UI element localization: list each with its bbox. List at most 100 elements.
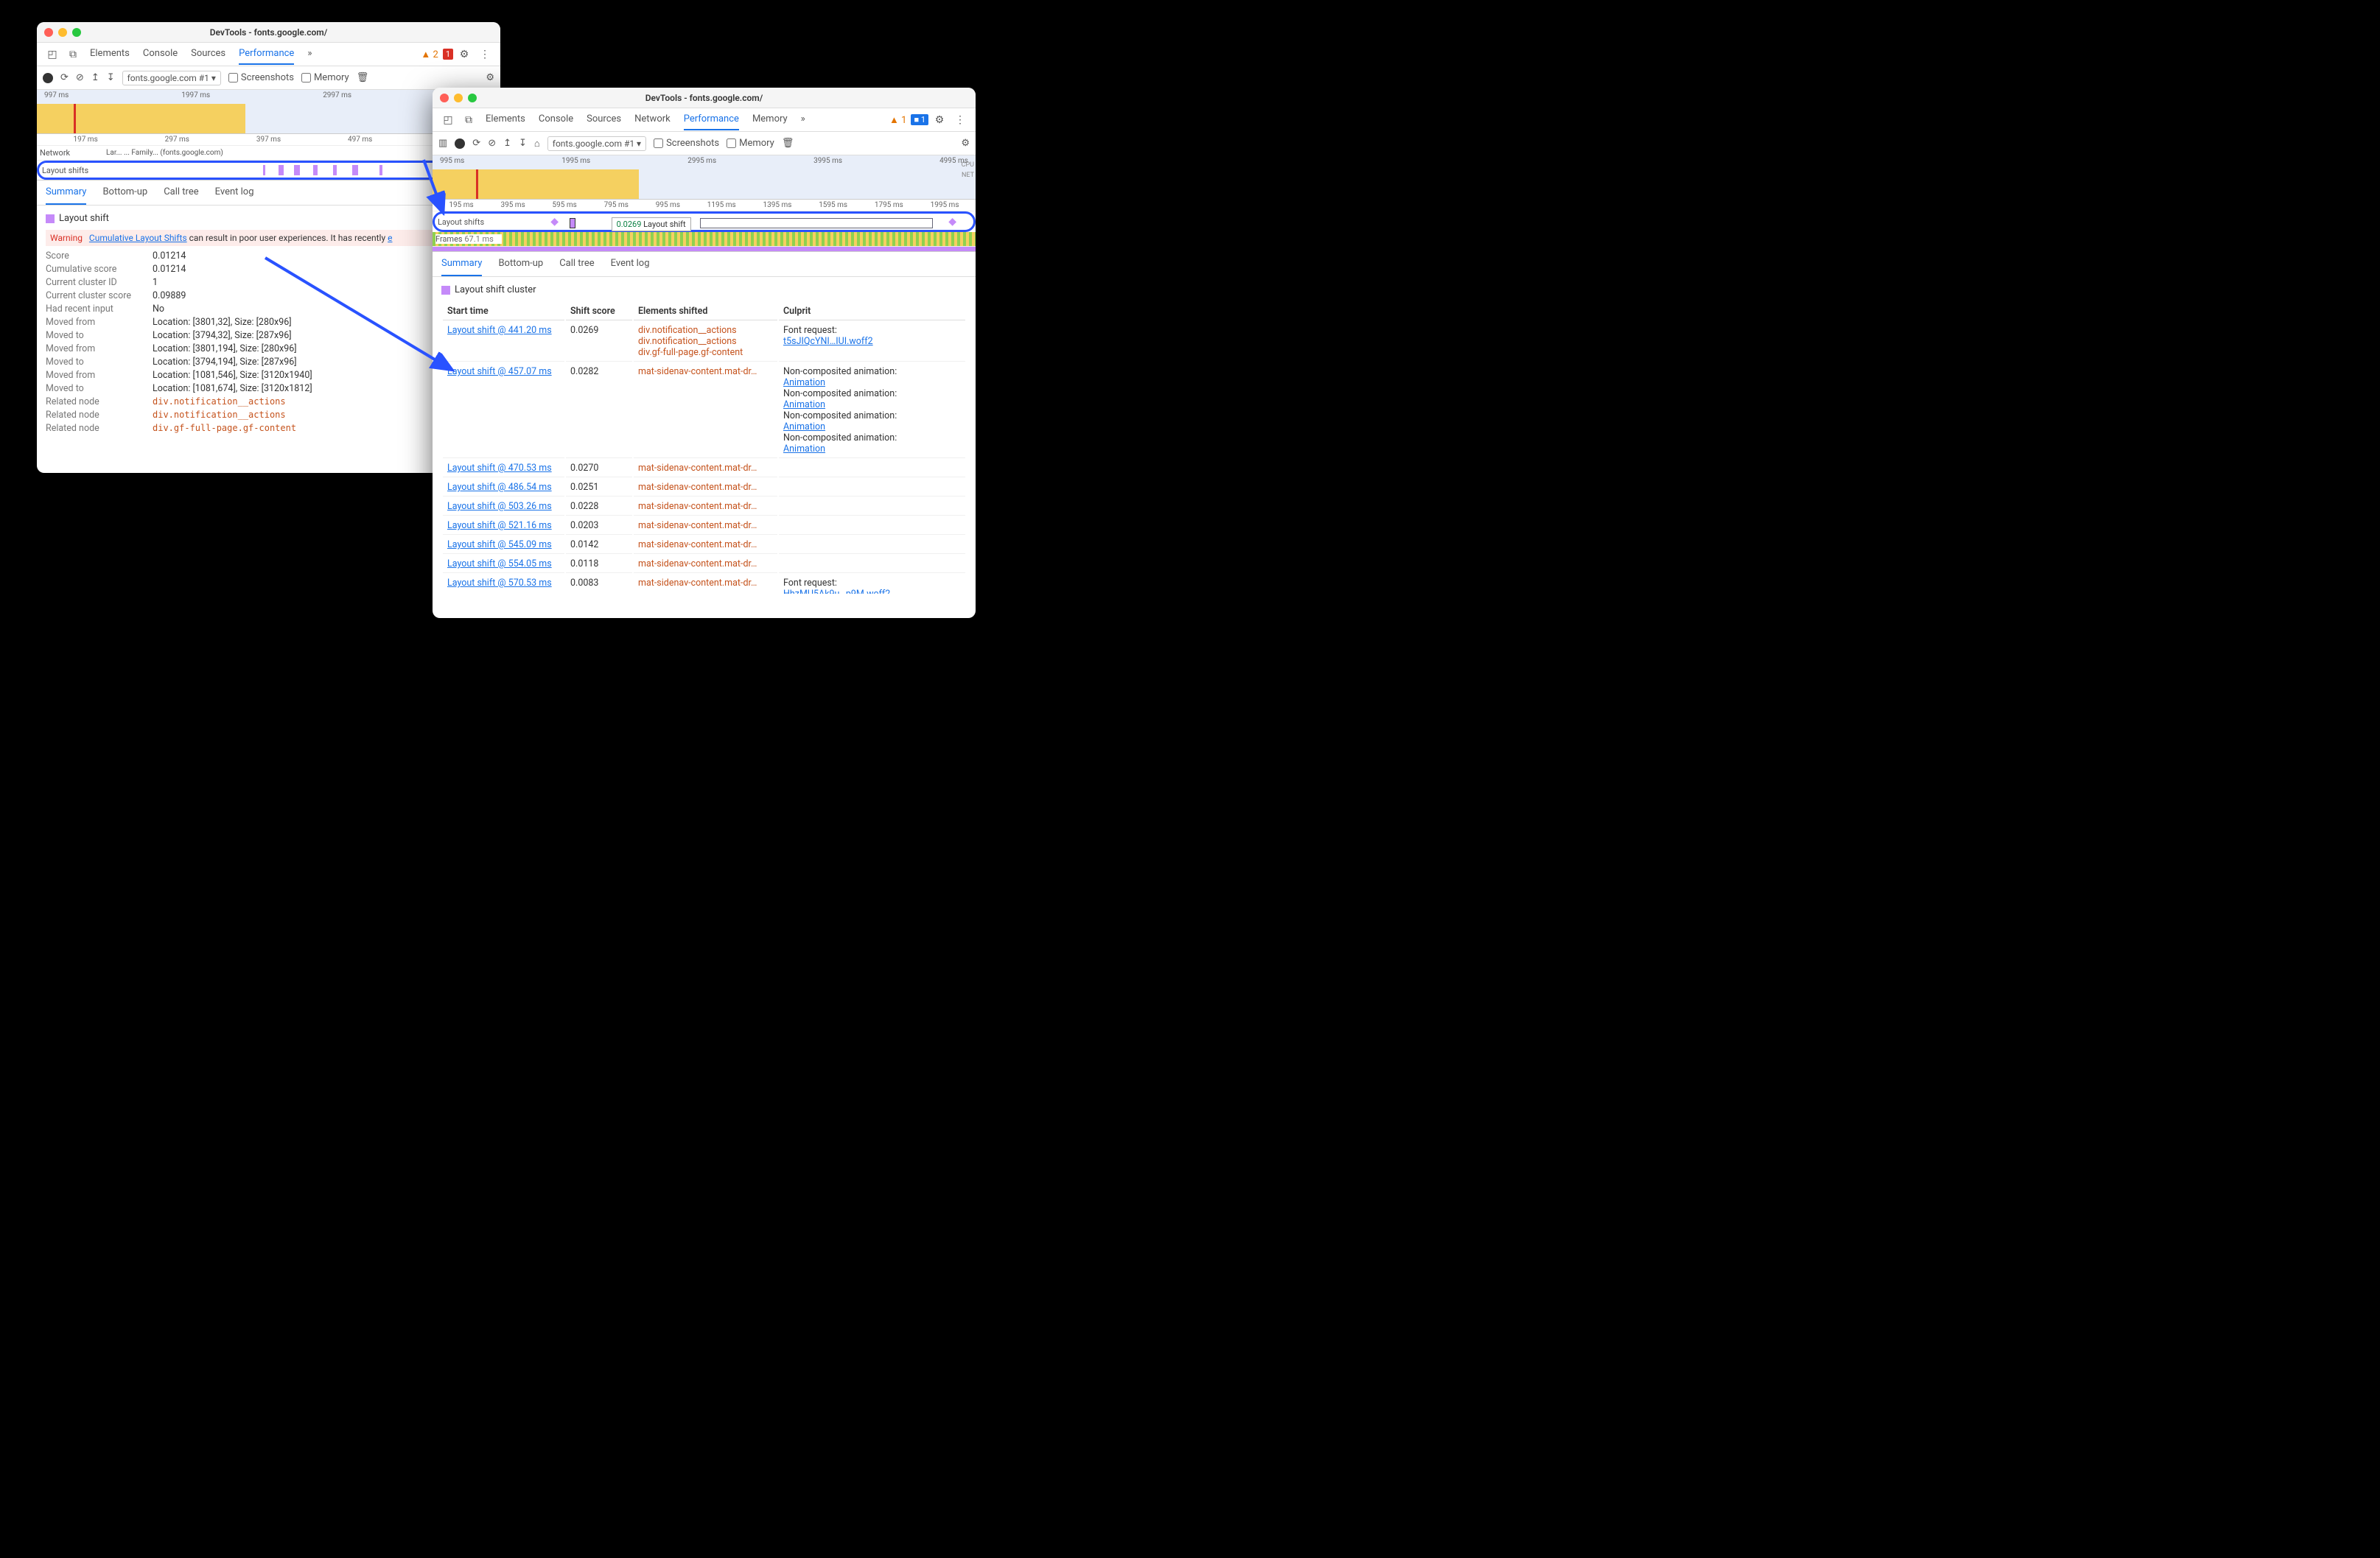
tab-elements[interactable]: Elements <box>90 43 130 65</box>
flamegraph[interactable]: 195 ms 395 ms 595 ms 795 ms 995 ms 1195 … <box>433 200 976 252</box>
tab-sources[interactable]: Sources <box>587 109 621 130</box>
tab-sources[interactable]: Sources <box>191 43 225 65</box>
tab-memory[interactable]: Memory <box>752 109 788 130</box>
tab-console[interactable]: Console <box>539 109 573 130</box>
cls-warning: Warning Cumulative Layout Shifts can res… <box>46 230 491 246</box>
tab-performance[interactable]: Performance <box>239 43 294 65</box>
table-row: Layout shift @ 503.26 ms0.0228mat-sidena… <box>443 498 965 516</box>
tab-console[interactable]: Console <box>143 43 178 65</box>
element-link[interactable]: div.notification__actions <box>638 325 773 336</box>
inspect-icon[interactable]: ◰ <box>438 110 458 130</box>
element-link[interactable]: mat-sidenav-content.mat-dr… <box>638 578 773 589</box>
inspect-icon[interactable]: ◰ <box>43 45 62 64</box>
related-node-link[interactable]: div.notification__actions <box>153 410 286 421</box>
device-icon[interactable]: ⧉ <box>459 110 478 130</box>
animation-link[interactable]: Animation <box>783 377 825 388</box>
details-tabs: Summary Bottom-up Call tree Event log <box>433 252 976 277</box>
download-icon[interactable]: ↧ <box>107 72 115 83</box>
cls-more[interactable]: e <box>388 233 392 243</box>
sidebar-icon[interactable]: ▥ <box>438 138 447 149</box>
main-toolbar: ◰ ⧉ Elements Console Sources Performance… <box>37 43 500 66</box>
table-row: Layout shift @ 570.53 ms0.0083mat-sidena… <box>443 575 965 594</box>
tab-summary[interactable]: Summary <box>46 180 86 205</box>
record-icon[interactable] <box>43 73 53 83</box>
table-row: Layout shift @ 554.05 ms0.0118mat-sidena… <box>443 555 965 573</box>
related-node-link[interactable]: div.notification__actions <box>153 396 286 407</box>
tab-calltree[interactable]: Call tree <box>164 180 198 205</box>
tab-performance[interactable]: Performance <box>684 109 739 130</box>
memory-checkbox[interactable]: Memory <box>301 72 349 83</box>
gc-icon[interactable]: 🗑 <box>782 138 794 149</box>
overview-timeline[interactable]: 995 ms 1995 ms 2995 ms 3995 ms 4995 ms C… <box>433 155 976 200</box>
screenshots-checkbox[interactable]: Screenshots <box>654 138 719 149</box>
reload-icon[interactable]: ⟳ <box>472 138 480 149</box>
animation-link[interactable]: Animation <box>783 399 825 410</box>
element-link[interactable]: mat-sidenav-content.mat-dr… <box>638 463 773 474</box>
element-link[interactable]: div.notification__actions <box>638 336 773 347</box>
animation-link[interactable]: Animation <box>783 443 825 455</box>
recording-selector[interactable]: fonts.google.com #1 ▾ <box>547 136 646 151</box>
record-icon[interactable] <box>455 138 465 149</box>
element-link[interactable]: mat-sidenav-content.mat-dr… <box>638 501 773 512</box>
recording-selector[interactable]: fonts.google.com #1 ▾ <box>122 71 221 85</box>
tab-bottomup[interactable]: Bottom-up <box>102 180 147 205</box>
tabs-more[interactable]: » <box>307 43 312 65</box>
tab-calltree[interactable]: Call tree <box>559 252 594 276</box>
tab-bottomup[interactable]: Bottom-up <box>498 252 543 276</box>
perf-toolbar: ▥ ⟳ ⊘ ↥ ↧ ⌂ fonts.google.com #1 ▾ Screen… <box>433 132 976 155</box>
gc-icon[interactable]: 🗑 <box>357 72 369 83</box>
section-title: Layout shift <box>59 213 109 224</box>
perf-settings-icon[interactable]: ⚙ <box>486 72 494 83</box>
element-link[interactable]: mat-sidenav-content.mat-dr… <box>638 539 773 550</box>
menu-icon[interactable]: ⋮ <box>475 45 494 64</box>
clear-icon[interactable]: ⊘ <box>76 72 84 83</box>
info-badge[interactable]: ■ 1 <box>911 114 928 125</box>
perf-toolbar: ⟳ ⊘ ↥ ↧ fonts.google.com #1 ▾ Screenshot… <box>37 66 500 90</box>
warning-badge[interactable]: ▲ 1 <box>889 114 906 126</box>
element-link[interactable]: div.gf-full-page.gf-content <box>638 347 773 358</box>
tab-eventlog[interactable]: Event log <box>611 252 650 276</box>
culprit-link[interactable]: HhzMU5Ak9u…p9M.woff2 <box>783 589 890 594</box>
layout-shift-link[interactable]: Layout shift @ 470.53 ms <box>447 463 552 474</box>
cls-link[interactable]: Cumulative Layout Shifts <box>89 233 187 243</box>
tabs-more[interactable]: » <box>801 109 805 130</box>
layout-shift-link[interactable]: Layout shift @ 521.16 ms <box>447 520 552 531</box>
element-link[interactable]: mat-sidenav-content.mat-dr… <box>638 558 773 569</box>
cls-table: Start time Shift score Elements shifted … <box>441 301 967 594</box>
tab-network[interactable]: Network <box>634 109 671 130</box>
table-row: Layout shift @ 441.20 ms0.0269div.notifi… <box>443 322 965 362</box>
devtools-window-new: DevTools - fonts.google.com/ ◰ ⧉ Element… <box>433 88 976 618</box>
upload-icon[interactable]: ↥ <box>91 72 99 83</box>
layout-shift-link[interactable]: Layout shift @ 486.54 ms <box>447 482 552 493</box>
warning-badge[interactable]: ▲ 2 <box>421 49 438 60</box>
error-badge[interactable]: 1 <box>443 49 453 60</box>
tab-elements[interactable]: Elements <box>486 109 525 130</box>
home-icon[interactable]: ⌂ <box>534 138 540 150</box>
perf-settings-icon[interactable]: ⚙ <box>961 138 970 149</box>
tab-eventlog[interactable]: Event log <box>215 180 254 205</box>
layout-shifts-track[interactable]: Layout shifts ◆ 0.0269 Layout shift ◆ <box>435 214 973 230</box>
clear-icon[interactable]: ⊘ <box>488 138 496 149</box>
related-node-link[interactable]: div.gf-full-page.gf-content <box>153 423 296 434</box>
layout-shift-link[interactable]: Layout shift @ 503.26 ms <box>447 501 552 512</box>
download-icon[interactable]: ↧ <box>519 138 527 149</box>
element-link[interactable]: mat-sidenav-content.mat-dr… <box>638 482 773 493</box>
device-icon[interactable]: ⧉ <box>63 45 83 64</box>
culprit-link[interactable]: t5sJIQcYNI…IUI.woff2 <box>783 336 873 347</box>
upload-icon[interactable]: ↥ <box>503 138 511 149</box>
layout-shift-link[interactable]: Layout shift @ 545.09 ms <box>447 539 552 550</box>
layout-shift-link[interactable]: Layout shift @ 570.53 ms <box>447 578 552 589</box>
animation-link[interactable]: Animation <box>783 421 825 432</box>
menu-icon[interactable]: ⋮ <box>951 110 970 130</box>
table-row: Layout shift @ 457.07 ms0.0282mat-sidena… <box>443 363 965 458</box>
element-link[interactable]: mat-sidenav-content.mat-dr… <box>638 366 773 377</box>
frames-track[interactable]: Frames 67.1 ms <box>433 232 976 247</box>
layout-shift-link[interactable]: Layout shift @ 554.05 ms <box>447 558 552 569</box>
reload-icon[interactable]: ⟳ <box>60 72 69 83</box>
settings-icon[interactable]: ⚙ <box>455 45 474 64</box>
element-link[interactable]: mat-sidenav-content.mat-dr… <box>638 520 773 531</box>
memory-checkbox[interactable]: Memory <box>727 138 774 149</box>
settings-icon[interactable]: ⚙ <box>930 110 949 130</box>
overview-timeline[interactable]: 997 ms 1997 ms 2997 ms 3997 ms <box>37 90 500 134</box>
screenshots-checkbox[interactable]: Screenshots <box>228 72 294 83</box>
